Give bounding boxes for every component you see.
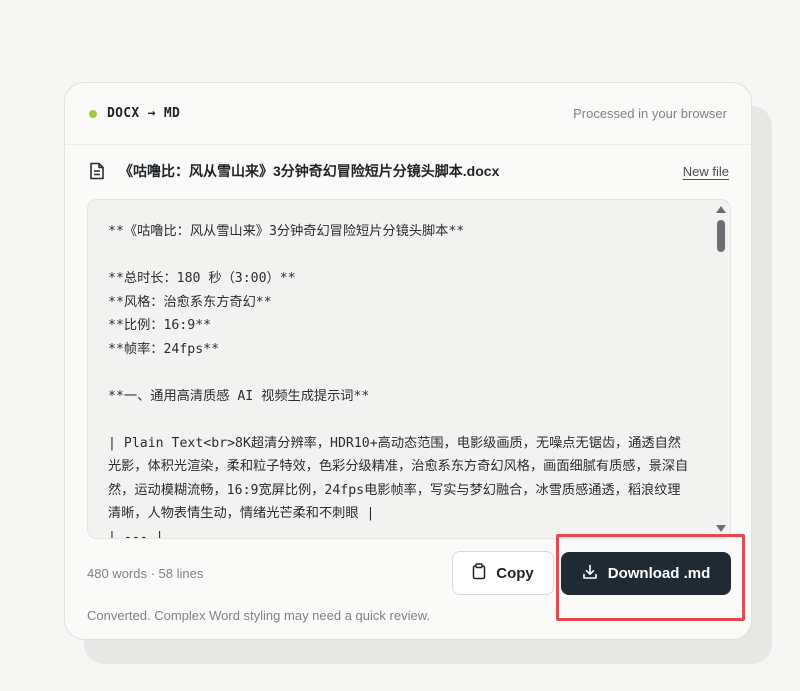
markdown-line: **风格：治愈系东方奇幻** (108, 294, 272, 310)
markdown-text: **《咕噜比：风从雪山来》3分钟奇幻冒险短片分镜头脚本** **总时长：180 秒… (108, 220, 690, 539)
markdown-line: | Plain Text<br>8K超清分辨率，HDR10+高动态范围，电影级画… (108, 435, 689, 522)
status-dot (89, 109, 97, 118)
brand-label: DOCX → MD (107, 106, 181, 121)
markdown-line: **帧率：24fps** (108, 341, 220, 357)
download-md-button[interactable]: Download .md (561, 552, 731, 595)
word-line-stats: 480 words · 58 lines (87, 566, 204, 581)
scroll-down-arrow-icon[interactable] (716, 525, 726, 532)
copy-label: Copy (496, 564, 534, 582)
download-icon (582, 564, 598, 584)
markdown-line (108, 408, 690, 432)
markdown-output[interactable]: **《咕噜比：风从雪山来》3分钟奇幻冒险短片分镜头脚本** **总时长：180 秒… (87, 199, 731, 539)
markdown-line (108, 244, 690, 268)
conversion-status: Converted. Complex Word styling may need… (87, 608, 430, 623)
markdown-line: **《咕噜比：风从雪山来》3分钟奇幻冒险短片分镜头脚本** (108, 224, 465, 239)
scrollbar[interactable] (712, 200, 730, 538)
scroll-thumb[interactable] (717, 220, 725, 252)
copy-button[interactable]: Copy (452, 551, 554, 595)
markdown-line: | --- | (108, 529, 164, 539)
scroll-up-arrow-icon[interactable] (716, 206, 726, 213)
brand: DOCX → MD (89, 106, 180, 121)
markdown-line: **比例：16:9** (108, 318, 212, 333)
markdown-line: **总时长：180 秒（3:00）** (108, 271, 296, 286)
processed-note: Processed in your browser (573, 106, 727, 121)
markdown-line (108, 361, 690, 385)
file-info: 《咕噜比：风从雪山来》3分钟奇幻冒险短片分镜头脚本.docx (89, 161, 499, 181)
new-file-link[interactable]: New file (683, 164, 729, 179)
file-name: 《咕噜比：风从雪山来》3分钟奇幻冒险短片分镜头脚本.docx (119, 163, 500, 179)
card-header: DOCX → MD Processed in your browser (65, 83, 751, 145)
markdown-line: **一、通用高清质感 AI 视频生成提示词** (108, 388, 370, 404)
converter-card: DOCX → MD Processed in your browser 《咕噜比… (64, 82, 752, 640)
file-row: 《咕噜比：风从雪山来》3分钟奇幻冒险短片分镜头脚本.docx New file (65, 145, 751, 197)
clipboard-icon (472, 562, 486, 584)
document-icon (89, 162, 105, 180)
download-label: Download .md (607, 565, 711, 582)
